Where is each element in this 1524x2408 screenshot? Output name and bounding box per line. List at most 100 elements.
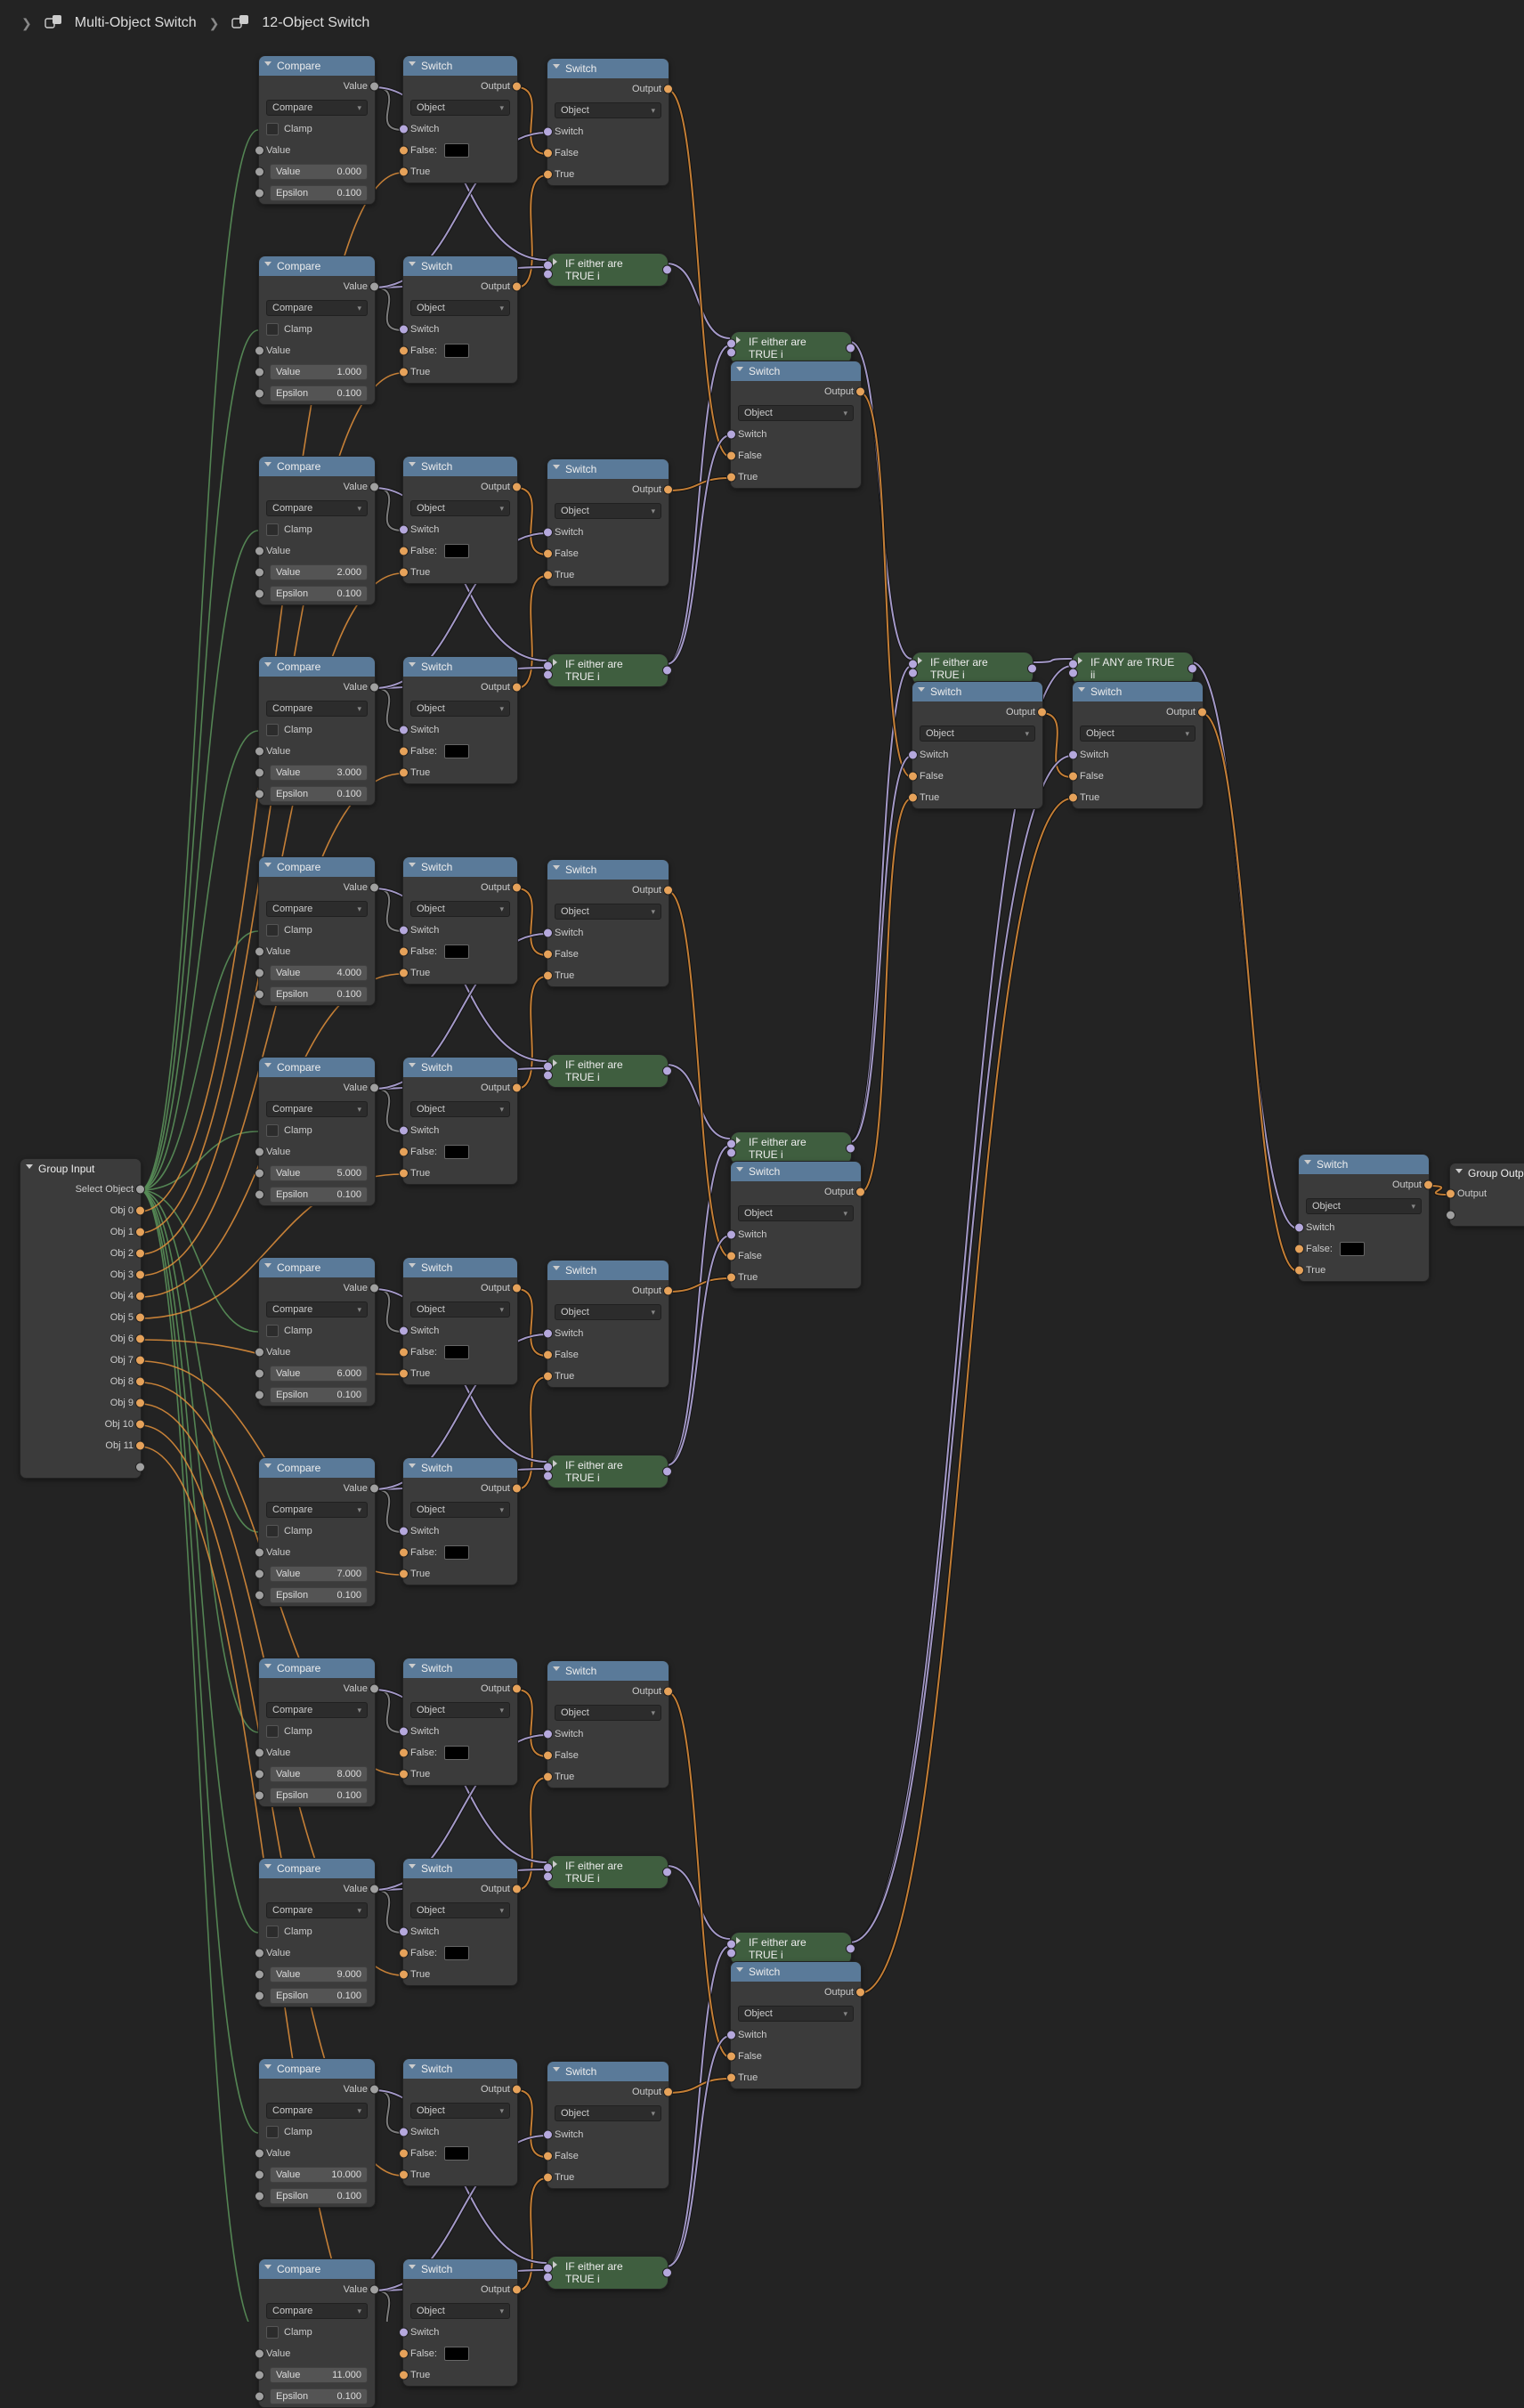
input-false[interactable]: False: [403,741,517,762]
dropdown-compare-mode[interactable]: Compare▾ [259,498,375,519]
field-value[interactable]: Value10.000 [259,2164,375,2185]
dropdown-switch-type[interactable]: Object▾ [403,698,517,719]
node-header-compare[interactable]: Compare [259,1458,375,1478]
dropdown-compare-mode[interactable]: Compare▾ [259,2100,375,2121]
dropdown-compare-mode[interactable]: Compare▾ [259,2300,375,2322]
dropdown-compare-mode[interactable]: Compare▾ [259,1099,375,1120]
dropdown-switch-type[interactable]: Object▾ [731,402,861,424]
field-epsilon[interactable]: Epsilon0.100 [259,383,375,404]
field-value[interactable]: Value9.000 [259,1964,375,1985]
checkbox-clamp[interactable]: Clamp [259,1120,375,1141]
field-epsilon[interactable]: Epsilon0.100 [259,2386,375,2407]
node-header-compare[interactable]: Compare [259,1859,375,1878]
field-value[interactable]: Value8.000 [259,1763,375,1785]
checkbox-clamp[interactable]: Clamp [259,1921,375,1942]
dropdown-switch-type[interactable]: Object▾ [547,1702,669,1723]
node-header-switch[interactable]: Switch [403,1058,517,1077]
node-header-switch[interactable]: Switch [912,682,1042,701]
node-header-if-either[interactable]: IF either are TRUE i [731,332,851,364]
node-header-switch[interactable]: Switch [403,256,517,276]
input-false[interactable]: False: [403,1742,517,1763]
dropdown-switch-type[interactable]: Object▾ [1299,1196,1429,1217]
node-header-switch[interactable]: Switch [1073,682,1203,701]
dropdown-switch-type[interactable]: Object▾ [403,498,517,519]
node-header-switch[interactable]: Switch [403,56,517,76]
node-header-compare[interactable]: Compare [259,457,375,476]
dropdown-compare-mode[interactable]: Compare▾ [259,1900,375,1921]
node-header-compare[interactable]: Compare [259,657,375,677]
dropdown-switch-type[interactable]: Object▾ [403,1699,517,1721]
node-header-if-either[interactable]: IF ANY are TRUE ii [1073,653,1193,685]
node-header-switch[interactable]: Switch [547,860,669,880]
checkbox-clamp[interactable]: Clamp [259,1520,375,1542]
dropdown-switch-type[interactable]: Object▾ [403,97,517,118]
checkbox-clamp[interactable]: Clamp [259,2121,375,2143]
field-epsilon[interactable]: Epsilon0.100 [259,182,375,204]
node-header-switch[interactable]: Switch [1299,1155,1429,1174]
field-value[interactable]: Value2.000 [259,562,375,583]
node-header-if-either[interactable]: IF either are TRUE i [547,1856,668,1888]
node-header-compare[interactable]: Compare [259,256,375,276]
dropdown-switch-type[interactable]: Object▾ [547,1301,669,1323]
node-canvas[interactable]: Group InputSelect ObjectObj 0Obj 1Obj 2O… [0,0,1524,2322]
checkbox-clamp[interactable]: Clamp [259,2322,375,2343]
dropdown-switch-type[interactable]: Object▾ [403,2100,517,2121]
field-epsilon[interactable]: Epsilon0.100 [259,2185,375,2207]
field-value[interactable]: Value3.000 [259,762,375,783]
node-header-switch[interactable]: Switch [403,2059,517,2079]
node-header-switch[interactable]: Switch [403,1258,517,1277]
node-header-switch[interactable]: Switch [403,2259,517,2279]
checkbox-clamp[interactable]: Clamp [259,1721,375,1742]
node-header-compare[interactable]: Compare [259,1258,375,1277]
input-false[interactable]: False: [403,1942,517,1964]
dropdown-switch-type[interactable]: Object▾ [403,2300,517,2322]
node-header-compare[interactable]: Compare [259,1658,375,1678]
dropdown-switch-type[interactable]: Object▾ [731,2003,861,2024]
field-epsilon[interactable]: Epsilon0.100 [259,1184,375,1205]
input-false[interactable]: False: [403,1342,517,1363]
node-header-switch[interactable]: Switch [403,1859,517,1878]
dropdown-switch-type[interactable]: Object▾ [547,100,669,121]
dropdown-switch-type[interactable]: Object▾ [731,1203,861,1224]
node-header-if-either[interactable]: IF either are TRUE i [547,1455,668,1488]
dropdown-switch-type[interactable]: Object▾ [403,1099,517,1120]
node-header-compare[interactable]: Compare [259,2059,375,2079]
node-header-if-either[interactable]: IF either are TRUE i [731,1132,851,1164]
node-header-if-either[interactable]: IF either are TRUE i [547,1055,668,1087]
node-header-switch[interactable]: Switch [731,1162,861,1181]
dropdown-switch-type[interactable]: Object▾ [547,901,669,922]
dropdown-switch-type[interactable]: Object▾ [403,1499,517,1520]
node-header-switch[interactable]: Switch [403,457,517,476]
input-false[interactable]: False: [403,140,517,161]
field-epsilon[interactable]: Epsilon0.100 [259,783,375,805]
checkbox-clamp[interactable]: Clamp [259,319,375,340]
node-header-switch[interactable]: Switch [403,657,517,677]
input-false[interactable]: False: [403,540,517,562]
input-false[interactable]: False: [1299,1238,1429,1260]
dropdown-switch-type[interactable]: Object▾ [547,500,669,522]
node-header-compare[interactable]: Compare [259,1058,375,1077]
input-false[interactable]: False: [403,1542,517,1563]
dropdown-switch-type[interactable]: Object▾ [1073,723,1203,744]
field-epsilon[interactable]: Epsilon0.100 [259,1985,375,2007]
checkbox-clamp[interactable]: Clamp [259,118,375,140]
node-header-switch[interactable]: Switch [547,2062,669,2081]
node-header-compare[interactable]: Compare [259,857,375,877]
node-header-switch[interactable]: Switch [547,1261,669,1280]
checkbox-clamp[interactable]: Clamp [259,1320,375,1342]
node-header-group-input[interactable]: Group Input [20,1159,141,1179]
field-value[interactable]: Value11.000 [259,2364,375,2386]
dropdown-compare-mode[interactable]: Compare▾ [259,1699,375,1721]
node-header-if-either[interactable]: IF either are TRUE i [547,2257,668,2289]
dropdown-switch-type[interactable]: Object▾ [547,2103,669,2124]
field-value[interactable]: Value0.000 [259,161,375,182]
dropdown-compare-mode[interactable]: Compare▾ [259,1299,375,1320]
node-header-switch[interactable]: Switch [547,59,669,78]
node-header-group-output[interactable]: Group Output [1450,1163,1524,1183]
node-header-switch[interactable]: Switch [403,857,517,877]
node-header-if-either[interactable]: IF either are TRUE i [547,654,668,686]
field-epsilon[interactable]: Epsilon0.100 [259,984,375,1005]
dropdown-switch-type[interactable]: Object▾ [912,723,1042,744]
node-header-if-either[interactable]: IF either are TRUE i [912,653,1033,685]
dropdown-compare-mode[interactable]: Compare▾ [259,698,375,719]
